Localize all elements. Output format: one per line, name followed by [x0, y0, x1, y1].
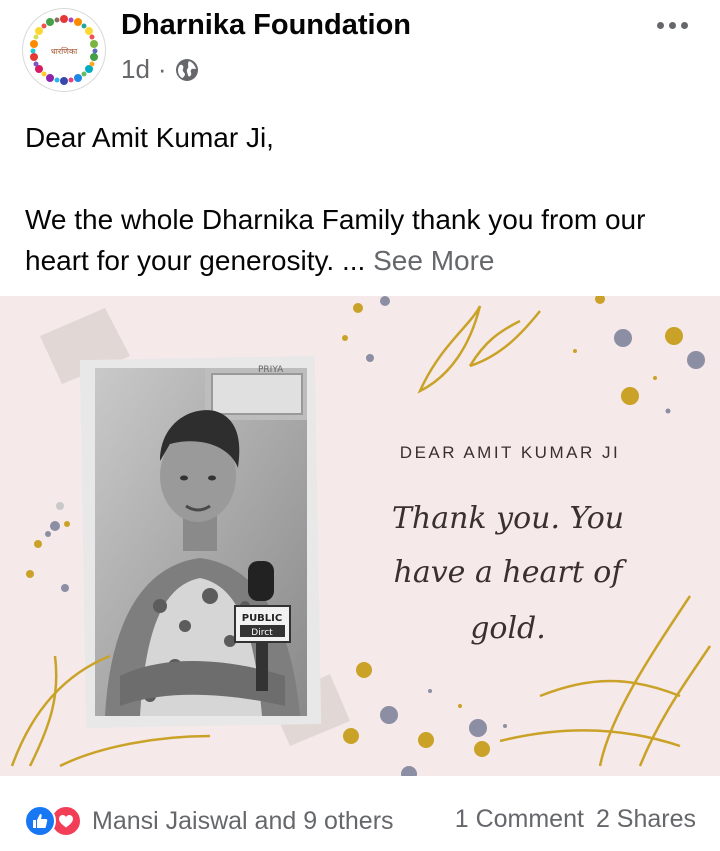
engagement-counts: 1 Comment 2 Shares	[455, 805, 696, 834]
post-meta: 1d ·	[121, 54, 199, 85]
post-image[interactable]: PRIYA PUBLIC Dirct DEAR AMIT KUMAR JI Th…	[0, 296, 720, 776]
reactors-text[interactable]: Mansi Jaiswal and 9 others	[92, 807, 394, 836]
post-header: धारणिका Dharnika Foundation 1d ·	[0, 0, 720, 100]
more-options-icon[interactable]	[650, 10, 694, 40]
script-line-2: have a heart of	[394, 555, 628, 590]
post-footer: Mansi Jaiswal and 9 others 1 Comment 2 S…	[0, 776, 720, 851]
message-text: We the whole Dharnika Family thank you f…	[25, 204, 646, 276]
ellipsis: ...	[341, 245, 366, 276]
person-photo: PRIYA PUBLIC Dirct	[79, 355, 322, 729]
frame-label: PRIYA	[258, 365, 284, 375]
page-avatar[interactable]: धारणिका	[22, 8, 106, 92]
reactions-summary[interactable]: Mansi Jaiswal and 9 others	[24, 805, 394, 837]
see-more-link[interactable]: See More	[373, 245, 494, 276]
shares-count[interactable]: 2 Shares	[596, 805, 696, 834]
greeting-line: Dear Amit Kumar Ji,	[25, 122, 274, 153]
svg-text:धारणिका: धारणिका	[51, 46, 78, 56]
page-name[interactable]: Dharnika Foundation	[121, 9, 411, 42]
foundation-logo: धारणिका	[30, 15, 98, 85]
like-icon	[24, 805, 56, 837]
post-text: Dear Amit Kumar Ji, We the whole Dharnik…	[25, 117, 705, 281]
mic-label-bottom: Dirct	[251, 628, 273, 638]
script-line-1: Thank you. You	[392, 501, 624, 536]
globe-icon	[175, 58, 198, 81]
comments-count[interactable]: 1 Comment	[455, 805, 584, 834]
mic-label-top: PUBLIC	[242, 613, 283, 624]
thank-you-card: PRIYA PUBLIC Dirct DEAR AMIT KUMAR JI Th…	[0, 296, 720, 776]
script-line-3: gold.	[470, 611, 546, 646]
post-time[interactable]: 1d	[121, 54, 150, 85]
meta-separator: ·	[157, 54, 167, 84]
message-line: We the whole Dharnika Family thank you f…	[25, 199, 705, 281]
card-heading: DEAR AMIT KUMAR JI	[400, 443, 620, 462]
